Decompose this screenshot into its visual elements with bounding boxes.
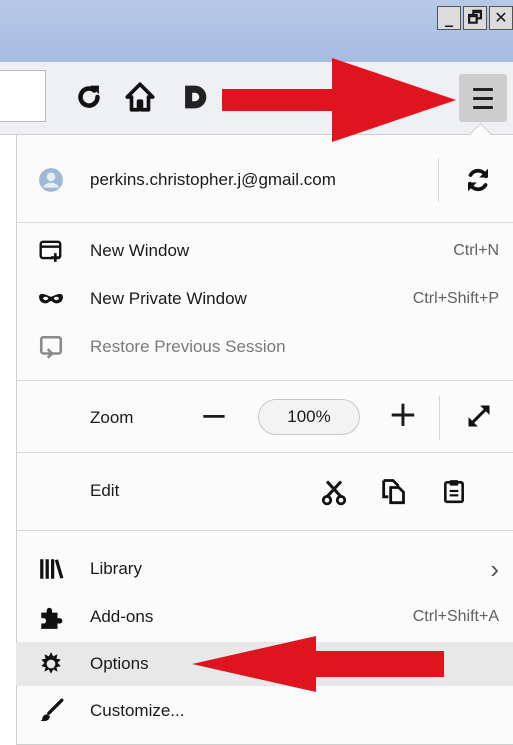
restore-button[interactable]: 🗗 — [463, 6, 487, 30]
menu-new-private-window[interactable]: New Private Window Ctrl+Shift+P — [16, 278, 513, 320]
cut-icon[interactable] — [320, 478, 348, 506]
new-private-window-shortcut: Ctrl+Shift+P — [412, 290, 499, 307]
library-icon — [38, 556, 64, 582]
sync-icon[interactable] — [463, 165, 493, 195]
options-label: Options — [90, 654, 149, 673]
private-mask-icon — [38, 286, 64, 312]
copy-icon[interactable] — [379, 476, 407, 506]
edit-label: Edit — [90, 481, 120, 500]
restore-session-icon — [38, 334, 64, 360]
menu-addons[interactable]: Add-ons Ctrl+Shift+A — [16, 596, 513, 638]
restore-session-label: Restore Previous Session — [90, 337, 286, 356]
zoom-reset-button[interactable]: 100% — [258, 399, 360, 435]
url-bar[interactable] — [0, 70, 46, 122]
new-window-label: New Window — [90, 241, 190, 260]
avatar — [38, 167, 64, 193]
reload-icon[interactable] — [72, 80, 106, 114]
menu-restore-session[interactable]: Restore Previous Session — [16, 326, 513, 368]
puzzle-piece-icon — [38, 604, 64, 630]
zoom-out-button[interactable]: − — [198, 398, 230, 434]
open-menu-button[interactable] — [459, 74, 507, 122]
new-private-window-label: New Private Window — [90, 289, 247, 308]
zoom-divider — [439, 396, 440, 440]
separator — [16, 452, 513, 453]
customize-label: Customize... — [90, 701, 185, 720]
zoom-in-button[interactable]: + — [386, 396, 420, 434]
new-window-shortcut: Ctrl+N — [453, 242, 499, 259]
separator — [16, 380, 513, 381]
separator — [16, 222, 513, 223]
gear-icon — [38, 651, 64, 677]
window-controls: _ 🗗 ✕ — [435, 6, 513, 30]
menu-edit: Edit — [16, 466, 513, 516]
zoom-label: Zoom — [90, 408, 134, 427]
annotation-arrow-menu — [222, 58, 456, 142]
menu-customize[interactable]: Customize... — [16, 690, 513, 732]
menu-library[interactable]: Library › — [16, 548, 513, 590]
window-titlebar: _ 🗗 ✕ — [0, 0, 513, 62]
library-label: Library — [90, 559, 142, 578]
paintbrush-icon — [38, 698, 64, 724]
paste-icon[interactable] — [441, 476, 467, 506]
account-divider — [438, 158, 439, 202]
addons-label: Add-ons — [90, 607, 154, 626]
separator — [16, 530, 513, 531]
home-icon[interactable] — [123, 80, 157, 114]
account-email: perkins.christopher.j@gmail.com — [90, 170, 336, 189]
library-chevron: › — [490, 553, 499, 584]
menu-new-window[interactable]: New Window Ctrl+N — [16, 230, 513, 272]
new-window-icon — [38, 238, 64, 264]
addons-shortcut: Ctrl+Shift+A — [412, 608, 499, 625]
annotation-arrow-options — [192, 636, 444, 692]
extension-icon[interactable] — [178, 80, 212, 114]
minimize-button[interactable]: _ — [437, 6, 461, 30]
zoom-value: 100% — [287, 407, 331, 426]
close-button[interactable]: ✕ — [489, 6, 513, 30]
fullscreen-icon[interactable] — [465, 402, 493, 430]
